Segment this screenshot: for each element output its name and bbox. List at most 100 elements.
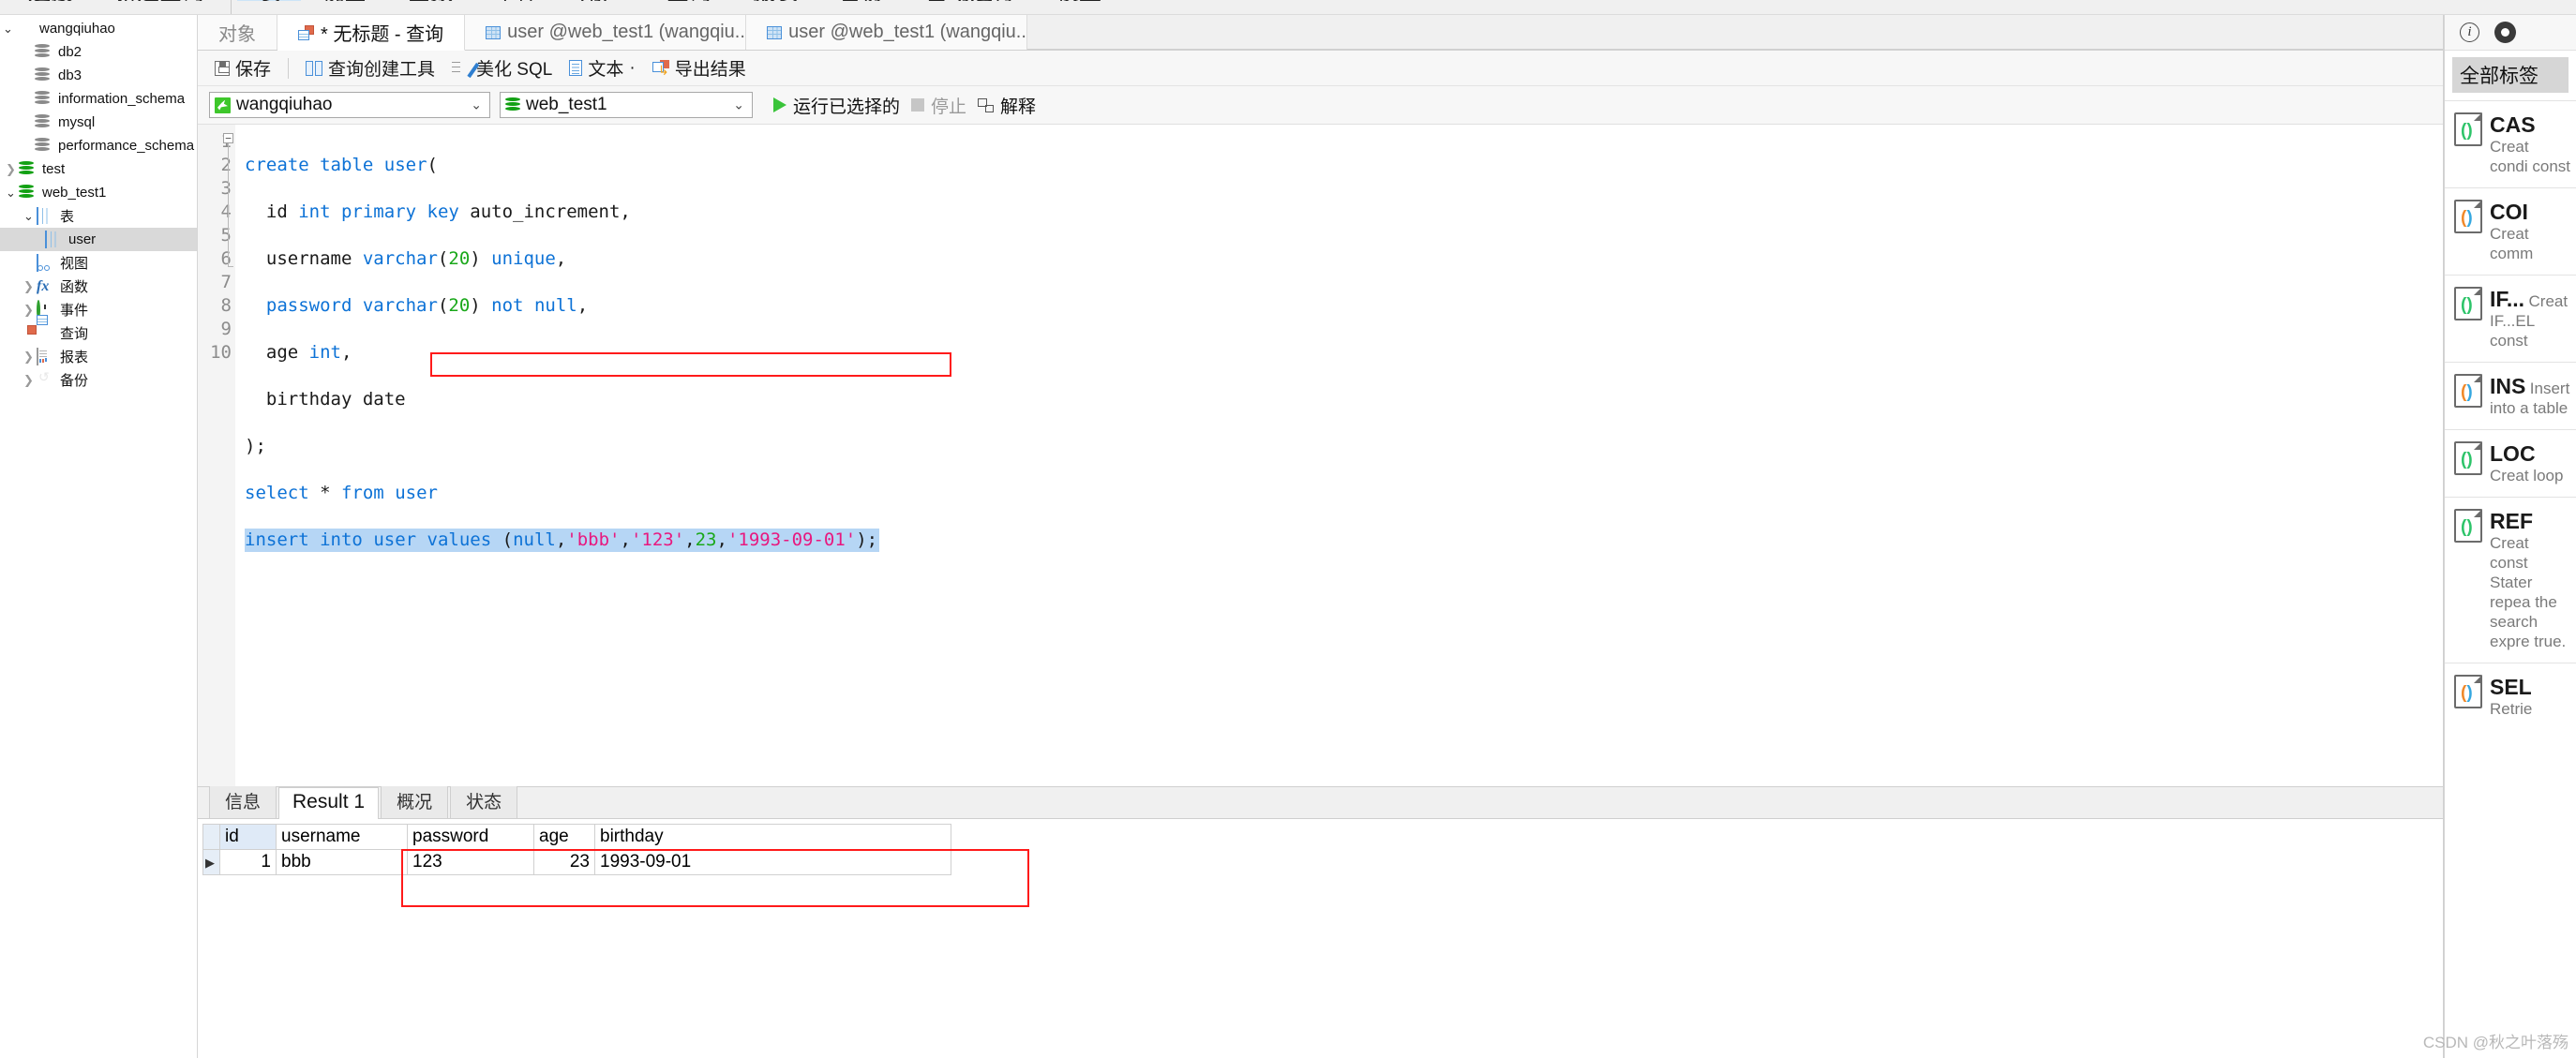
- tree-node-tables-folder[interactable]: ⌄ 表: [0, 204, 197, 228]
- chevron-down-icon[interactable]: ⌄: [471, 97, 482, 113]
- snippet-item-ifelse[interactable]: () IF... Creat IF...EL const: [2445, 275, 2576, 362]
- ribbon-item-report[interactable]: 报表: [732, 0, 818, 1]
- query-builder-button[interactable]: 查询创建工具: [298, 52, 442, 83]
- ribbon-item-backup[interactable]: 备份: [818, 0, 905, 1]
- query-toolbar: 保存 查询创建工具 美化 SQL 文本 · ↳ 导出结果: [198, 51, 2443, 86]
- cell-username[interactable]: bbb: [276, 849, 408, 875]
- chevron-right-icon[interactable]: ❯: [21, 374, 37, 386]
- database-select[interactable]: web_test1 ⌄: [500, 92, 753, 118]
- tree-node-functions[interactable]: ❯ fx 函数: [0, 275, 197, 298]
- chevron-down-icon[interactable]: ⌄: [3, 186, 19, 199]
- editor-pane: 对象 * 无标题 - 查询 user @web_test1 (wangqiu..…: [198, 15, 2444, 1058]
- export-result-button[interactable]: ↳ 导出结果: [645, 52, 754, 83]
- code-snippet-icon: (): [2454, 441, 2482, 475]
- cell-password[interactable]: 123: [407, 849, 534, 875]
- results-tab-profile[interactable]: 概况: [381, 783, 449, 818]
- snippet-list[interactable]: () CAS Creat condi const () COI Creat co…: [2445, 100, 2576, 1058]
- tree-node-mysql[interactable]: mysql: [0, 111, 197, 134]
- snippet-filter-dropdown[interactable]: 全部标签: [2452, 57, 2569, 93]
- chevron-right-icon[interactable]: ❯: [21, 350, 37, 363]
- export-result-label: 导出结果: [674, 60, 746, 80]
- tree-node-performance-schema[interactable]: performance_schema: [0, 134, 197, 157]
- code-fold-toggle[interactable]: −: [223, 133, 233, 143]
- ribbon-item-query[interactable]: 查询: [646, 0, 732, 1]
- tree-node-backups[interactable]: ❯ 备份: [0, 368, 197, 392]
- column-header-birthday[interactable]: birthday: [594, 824, 951, 850]
- object-tree-sidebar[interactable]: ⌄ wangqiuhao db2 db3 information_schema: [0, 15, 198, 1058]
- beautify-sql-button[interactable]: 美化 SQL: [444, 52, 560, 83]
- tree-node-test[interactable]: ❯ test: [0, 157, 197, 181]
- results-tab-status[interactable]: 状态: [450, 783, 518, 818]
- table-icon: [45, 230, 64, 248]
- tree-node-events[interactable]: ❯ 事件: [0, 298, 197, 321]
- snippet-item-repeat[interactable]: () REF Creat const Stater repea the sear…: [2445, 497, 2576, 663]
- ribbon-item-model[interactable]: 模型: [1036, 0, 1122, 1]
- column-header-username[interactable]: username: [276, 824, 408, 850]
- sql-editor[interactable]: 1 2 3 4 5 6 7 8 9 10 − create table user…: [198, 124, 2443, 786]
- tree-node-user-table[interactable]: user: [0, 228, 197, 251]
- tree-node-wangqiuhao[interactable]: ⌄ wangqiuhao: [0, 17, 197, 40]
- tab-objects[interactable]: 对象: [198, 15, 277, 50]
- snippet-item-comment[interactable]: () COI Creat comm: [2445, 187, 2576, 275]
- query-icon: [298, 24, 314, 40]
- snippet-item-select[interactable]: () SEL Retrie: [2445, 663, 2576, 730]
- run-selected-button[interactable]: 运行已选择的: [773, 93, 900, 118]
- ribbon-item-event[interactable]: 事件: [473, 0, 560, 1]
- chevron-down-icon[interactable]: ⌄: [733, 97, 744, 113]
- tab-user-web-test1-a[interactable]: user @web_test1 (wangqiu...: [465, 15, 747, 50]
- table-row[interactable]: ▶ 1 bbb 123 23 1993-09-01: [202, 849, 951, 875]
- cell-birthday[interactable]: 1993-09-01: [594, 849, 951, 875]
- cell-age[interactable]: 23: [533, 849, 595, 875]
- chevron-down-icon[interactable]: ⌄: [21, 210, 37, 222]
- snippet-item-insert[interactable]: () INS Insert into a table: [2445, 362, 2576, 429]
- tab-user-web-test1-b[interactable]: user @web_test1 (wangqiu...: [746, 15, 1028, 50]
- tree-node-db2[interactable]: db2: [0, 40, 197, 64]
- tree-node-label: 表: [60, 209, 75, 225]
- ribbon-item-connection[interactable]: 连接: [7, 0, 94, 1]
- tab-untitled-query[interactable]: * 无标题 - 查询: [277, 15, 466, 51]
- cell-id[interactable]: 1: [219, 849, 277, 875]
- ribbon-item-user[interactable]: 用户: [560, 0, 646, 1]
- tree-node-information-schema[interactable]: information_schema: [0, 87, 197, 111]
- tree-node-db3[interactable]: db3: [0, 64, 197, 87]
- code-line-2: id int primary key auto_increment,: [245, 201, 631, 222]
- ribbon-item-autorun[interactable]: 自动运行: [905, 0, 1036, 1]
- save-button[interactable]: 保存: [207, 52, 278, 83]
- column-header-age[interactable]: age: [533, 824, 595, 850]
- code-snippet-icon: (): [2454, 112, 2482, 146]
- table-header-row: id username password age birthday: [202, 824, 951, 850]
- result-grid-wrapper[interactable]: id username password age birthday ▶ 1 bb…: [198, 819, 2443, 1058]
- ribbon-item-function[interactable]: 函数: [387, 0, 473, 1]
- text-mode-button[interactable]: 文本 ·: [562, 52, 642, 83]
- tabstrip-filler: [1027, 15, 2443, 50]
- main-ribbon: 连接 新建查询 表 视图 函数 事件 用户 查询 报表 备份 自动运行 模型: [0, 0, 2576, 15]
- explain-button[interactable]: 解释: [978, 93, 1036, 118]
- result-grid[interactable]: id username password age birthday ▶ 1 bb…: [202, 824, 951, 875]
- chevron-right-icon[interactable]: ❯: [21, 280, 37, 292]
- snippet-title: REF: [2490, 509, 2533, 533]
- ribbon-item-view[interactable]: 视图: [301, 0, 387, 1]
- tree-node-reports[interactable]: ❯ 报表: [0, 345, 197, 368]
- info-icon[interactable]: i: [2460, 22, 2479, 42]
- tree-node-views[interactable]: 视图: [0, 251, 197, 275]
- column-header-id[interactable]: id: [219, 824, 277, 850]
- line-number: 5: [220, 225, 232, 246]
- chevron-right-icon[interactable]: ❯: [3, 163, 19, 175]
- stop-button[interactable]: 停止: [911, 93, 966, 118]
- tree-node-web-test1[interactable]: ⌄ web_test1: [0, 181, 197, 204]
- eye-icon[interactable]: [2494, 22, 2516, 43]
- chevron-right-icon[interactable]: ❯: [21, 304, 37, 316]
- column-header-password[interactable]: password: [407, 824, 534, 850]
- results-tab-result1[interactable]: Result 1: [278, 787, 380, 819]
- tree-node-label: 视图: [60, 256, 89, 272]
- snippet-item-loop[interactable]: () LOC Creat loop: [2445, 429, 2576, 497]
- ribbon-item-table[interactable]: 表: [237, 0, 301, 1]
- connection-select[interactable]: wangqiuhao ⌄: [209, 92, 490, 118]
- tree-node-queries[interactable]: 查询: [0, 314, 197, 345]
- chevron-down-icon[interactable]: ⌄: [0, 22, 16, 35]
- ribbon-item-new-query[interactable]: 新建查询: [94, 0, 225, 1]
- snippet-item-case[interactable]: () CAS Creat condi const: [2445, 100, 2576, 187]
- text-dropdown-caret[interactable]: ·: [629, 58, 635, 79]
- results-tab-info[interactable]: 信息: [209, 783, 277, 818]
- sql-code-area[interactable]: create table user( id int primary key au…: [235, 125, 2443, 786]
